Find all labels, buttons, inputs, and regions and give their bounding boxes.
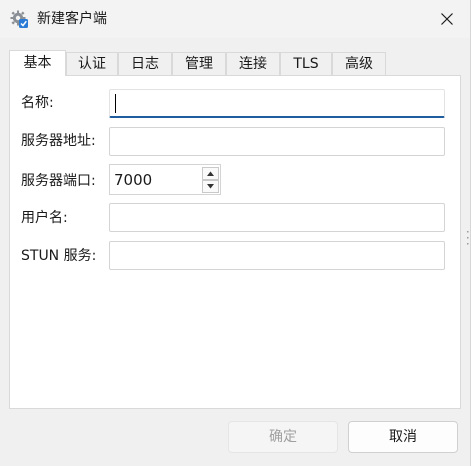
close-button[interactable]	[428, 4, 466, 34]
tab-auth[interactable]: 认证	[66, 52, 118, 75]
server-port-label: 服务器端口:	[21, 173, 96, 189]
ok-button[interactable]: 确定	[228, 421, 338, 453]
new-client-dialog: 新建客户端 基本 认证 日志 管理 连接 TLS 高级 名称: 服务器地址: 服…	[0, 0, 471, 466]
username-input[interactable]	[109, 203, 445, 232]
server-address-input[interactable]	[109, 127, 445, 156]
tab-admin[interactable]: 管理	[172, 52, 226, 75]
server-port-spinbox[interactable]: 7000	[109, 164, 221, 195]
tab-basic[interactable]: 基本	[9, 50, 66, 76]
tab-tls[interactable]: TLS	[280, 52, 332, 75]
stun-server-label: STUN 服务:	[21, 248, 97, 264]
tab-advanced[interactable]: 高级	[332, 52, 386, 75]
window-title: 新建客户端	[37, 11, 107, 27]
tab-log[interactable]: 日志	[118, 52, 172, 75]
stun-server-input[interactable]	[109, 241, 445, 270]
resize-grip-icon[interactable]	[466, 230, 470, 246]
title-bar: 新建客户端	[0, 0, 470, 38]
close-icon	[441, 13, 453, 25]
text-caret	[115, 94, 116, 113]
tab-connection[interactable]: 连接	[226, 52, 280, 75]
name-label: 名称:	[21, 95, 54, 111]
cancel-button[interactable]: 取消	[348, 421, 458, 453]
port-decrement-button[interactable]	[202, 180, 219, 193]
name-input[interactable]	[109, 89, 445, 118]
username-label: 用户名:	[21, 210, 68, 226]
port-increment-button[interactable]	[202, 167, 219, 180]
caret-up-icon	[207, 171, 214, 176]
tab-strip: 基本 认证 日志 管理 连接 TLS 高级	[9, 50, 461, 76]
server-address-label: 服务器地址:	[21, 133, 96, 149]
server-port-value[interactable]: 7000	[114, 170, 152, 190]
caret-down-icon	[207, 184, 214, 189]
gear-check-icon	[10, 10, 28, 28]
